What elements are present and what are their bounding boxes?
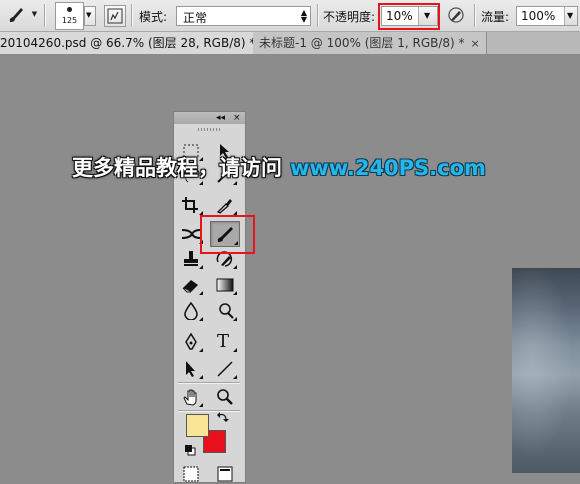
flow-input[interactable]: 100% ▼ xyxy=(516,6,578,26)
brush-tip-icon xyxy=(67,7,72,12)
blur-tool[interactable] xyxy=(178,300,204,322)
standard-mode-button[interactable] xyxy=(178,462,204,484)
tool-preset-picker[interactable] xyxy=(6,5,28,25)
tab-label: 20104260.psd @ 66.7% (图层 28, RGB/8) * xyxy=(0,36,256,50)
document-image[interactable] xyxy=(512,268,580,473)
brush-tool-icon xyxy=(9,8,23,22)
gradient-tool[interactable] xyxy=(212,274,238,296)
gradient-icon xyxy=(216,278,234,292)
brush-panel-toggle-button[interactable] xyxy=(104,5,126,27)
screen-mode-button[interactable] xyxy=(212,462,238,484)
standard-mode-icon xyxy=(183,466,199,482)
crop-icon xyxy=(182,197,198,213)
document-tab-bar: 20104260.psd @ 66.7% (图层 28, RGB/8) *× 未… xyxy=(0,32,580,55)
line-tool[interactable] xyxy=(212,358,238,380)
dodge-tool[interactable] xyxy=(212,300,238,322)
brush-size-value: 125 xyxy=(61,16,78,25)
foreground-color-swatch[interactable] xyxy=(186,414,209,437)
crop-tool[interactable] xyxy=(178,194,204,216)
stamp-icon xyxy=(184,251,198,266)
zoom-icon xyxy=(217,389,233,405)
dodge-icon xyxy=(219,303,234,319)
pen-icon xyxy=(185,333,197,350)
screen-mode-icon xyxy=(217,466,233,482)
opacity-highlight-box xyxy=(378,3,440,30)
tool-preset-dropdown-icon[interactable]: ▼ xyxy=(30,10,39,19)
swap-colors-icon[interactable] xyxy=(216,411,230,425)
hand-tool[interactable] xyxy=(178,386,204,408)
path-selection-icon xyxy=(186,361,195,377)
document-tab-1[interactable]: 20104260.psd @ 66.7% (图层 28, RGB/8) *× xyxy=(0,32,278,54)
tools-panel-header[interactable]: ◂◂ × xyxy=(174,112,245,124)
flow-label: 流量: xyxy=(481,10,510,24)
type-tool[interactable]: T xyxy=(212,331,238,353)
brush-preset-picker[interactable]: 125 xyxy=(55,2,84,30)
mode-label: 模式: xyxy=(139,10,168,24)
watermark-chinese-text: 更多精品教程，请访问 xyxy=(72,156,282,180)
pressure-opacity-button[interactable] xyxy=(446,5,466,25)
brush-preset-dropdown-button[interactable]: ▼ xyxy=(84,6,96,26)
panel-grip[interactable] xyxy=(198,128,220,131)
healing-icon xyxy=(181,229,201,239)
path-selection-tool[interactable] xyxy=(178,358,204,380)
brush-panel-icon xyxy=(107,8,123,24)
eraser-icon xyxy=(182,280,198,293)
eyedropper-icon xyxy=(216,199,232,214)
blend-mode-value: 正常 xyxy=(183,11,208,25)
watermark-banner: 更多精品教程，请访问 www.240PS.com xyxy=(72,152,486,182)
type-icon: T xyxy=(217,331,230,352)
eyedropper-tool[interactable] xyxy=(212,194,238,216)
blur-icon xyxy=(184,302,198,320)
close-icon[interactable]: × xyxy=(471,37,480,50)
pen-tool[interactable] xyxy=(178,331,204,353)
options-bar: ▼ 125 ▼ 模式: 正常 ▲ ▼ 不透明度: 10% ▼ 流量: 100% … xyxy=(0,0,580,32)
default-colors-icon[interactable] xyxy=(184,444,196,456)
select-arrows-icon: ▲ ▼ xyxy=(300,8,307,24)
collapse-icon[interactable]: ◂◂ xyxy=(216,112,225,124)
opacity-label: 不透明度: xyxy=(323,10,376,24)
tab-label: 未标题-1 @ 100% (图层 1, RGB/8) * xyxy=(259,36,465,50)
eraser-tool[interactable] xyxy=(178,274,204,296)
document-tab-2[interactable]: 未标题-1 @ 100% (图层 1, RGB/8) * × xyxy=(253,32,487,54)
hand-icon xyxy=(183,389,197,406)
blend-mode-select[interactable]: 正常 ▲ ▼ xyxy=(176,6,311,26)
brush-tool-highlight-box xyxy=(200,215,255,254)
flow-value: 100% xyxy=(521,9,556,23)
line-icon xyxy=(217,361,233,377)
canvas-workspace[interactable] xyxy=(0,55,580,473)
pen-pressure-icon xyxy=(448,7,464,23)
flow-dropdown-button[interactable]: ▼ xyxy=(564,7,577,25)
close-icon[interactable]: × xyxy=(233,112,241,124)
watermark-url: www.240PS.com xyxy=(290,156,486,180)
zoom-tool[interactable] xyxy=(212,386,238,408)
